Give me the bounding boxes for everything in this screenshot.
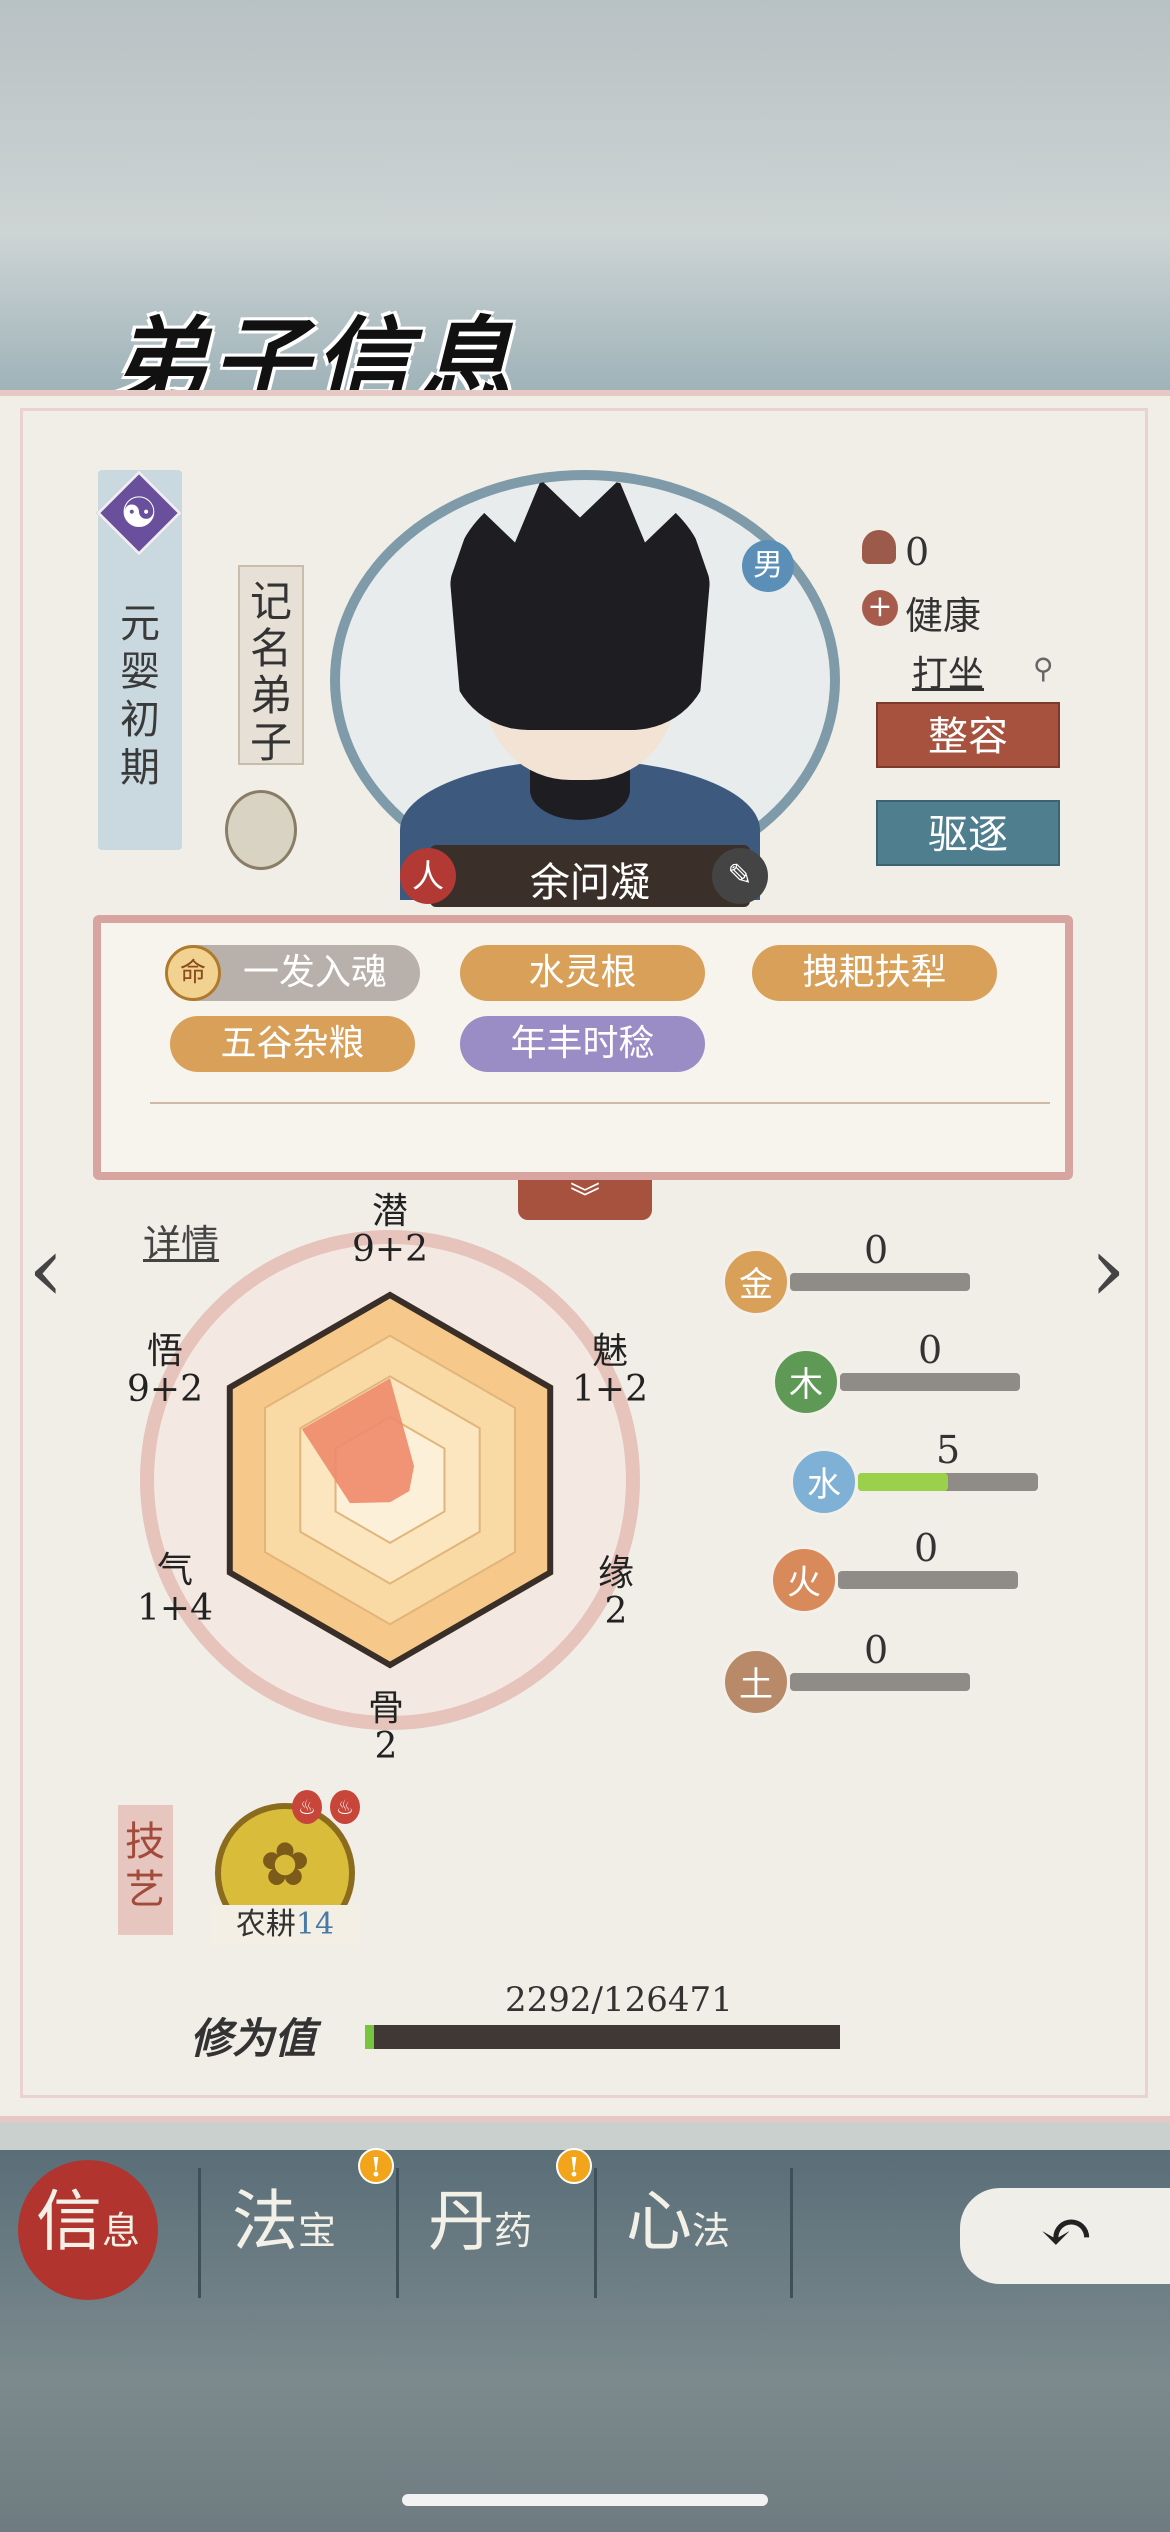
pill-alert-badge: !	[556, 2148, 592, 2184]
attr-value: 1+2	[572, 1369, 648, 1410]
element-icon: 土	[722, 1648, 790, 1716]
expel-button[interactable]: 驱逐	[876, 800, 1060, 866]
skill-level: 14	[295, 1907, 335, 1942]
tab-method-small: 法	[692, 2209, 731, 2253]
cultivation-label: 修为值	[190, 2014, 317, 2063]
tab-info-small: 息	[102, 2209, 141, 2253]
back-arrow-icon: ↶	[1040, 2196, 1094, 2270]
skill-name: 农耕	[235, 1907, 296, 1942]
attr-name: 气	[156, 1550, 193, 1591]
trait-tag[interactable]: 年丰时稔	[460, 1016, 705, 1072]
portrait-hair	[450, 480, 710, 730]
home-indicator[interactable]	[402, 2494, 768, 2506]
attr-value: 1+4	[137, 1588, 213, 1629]
attribute-radar	[226, 1291, 554, 1669]
tab-treasure-big: 法	[232, 2183, 298, 2260]
treasure-alert-badge: !	[358, 2148, 394, 2184]
element-bar-track	[790, 1673, 970, 1691]
tab-treasure[interactable]: 法宝	[232, 2168, 422, 2298]
attr-qian: 潜 9+2	[330, 1193, 450, 1269]
tab-pill-big: 丹	[428, 2183, 494, 2260]
tab-treasure-small: 宝	[298, 2209, 337, 2253]
traits-divider	[150, 1102, 1050, 1104]
tab-divider	[594, 2168, 597, 2298]
element-value: 0	[864, 1228, 889, 1272]
attr-name: 魅	[591, 1331, 628, 1372]
race-badge: 人	[400, 848, 456, 904]
tab-method-big: 心	[626, 2183, 692, 2260]
next-disciple-arrow-icon[interactable]: ›	[1090, 1220, 1150, 1320]
attr-name: 骨	[367, 1688, 404, 1729]
attr-mei: 魅 1+2	[550, 1333, 670, 1409]
health-icon: +	[862, 590, 898, 626]
fire-icon: ♨	[330, 1790, 360, 1824]
cultivation-bar-fill	[365, 2025, 374, 2049]
trait-tag[interactable]: 水灵根	[460, 945, 705, 1001]
attr-wu: 悟 9+2	[105, 1333, 225, 1409]
tab-pill-small: 药	[494, 2209, 533, 2253]
attr-name: 缘	[597, 1553, 634, 1594]
skill-tab-label: 技艺	[125, 1819, 165, 1913]
attr-value: 2	[374, 1726, 398, 1767]
face-change-button[interactable]: 整容	[876, 702, 1060, 768]
tab-method[interactable]: 心法	[626, 2168, 816, 2298]
element-bar-track	[790, 1273, 970, 1291]
prev-disciple-arrow-icon[interactable]: ‹	[28, 1220, 88, 1320]
trait-tag[interactable]: 拽耙扶犁	[752, 945, 997, 1001]
element-icon: 水	[790, 1448, 858, 1516]
cultivation-value: 2292/126471	[505, 1980, 733, 2020]
attr-name: 潜	[371, 1191, 408, 1232]
mushroom-icon	[862, 530, 896, 564]
trait-tag[interactable]: 五谷杂粮	[170, 1016, 415, 1072]
realm-swirl-icon: ☯	[120, 488, 158, 537]
rename-brush-icon[interactable]: ✎	[712, 848, 768, 904]
element-icon: 木	[772, 1348, 840, 1416]
attr-qi: 气 1+4	[115, 1552, 235, 1628]
cultivation-bar-track	[365, 2025, 840, 2049]
attr-value: 9+2	[352, 1229, 428, 1270]
attr-yuan: 缘2	[556, 1555, 676, 1631]
tab-divider	[396, 2168, 399, 2298]
attr-gu: 骨2	[326, 1690, 446, 1766]
location-pin-icon[interactable]: ⚲	[1033, 652, 1055, 685]
tab-divider	[790, 2168, 793, 2298]
element-icon: 火	[770, 1546, 838, 1614]
element-value: 0	[914, 1526, 939, 1570]
element-bar-fill	[858, 1473, 948, 1491]
element-icon: 金	[722, 1248, 790, 1316]
wheat-icon: ✿	[259, 1830, 311, 1900]
element-bar-track	[838, 1571, 1018, 1589]
element-value: 0	[918, 1328, 943, 1372]
mushroom-count: 0	[905, 530, 930, 574]
fire-icon: ♨	[292, 1790, 322, 1824]
pet-avatar-icon[interactable]	[225, 790, 297, 870]
rank-text: 记名弟子	[249, 577, 292, 767]
element-bar-track	[840, 1373, 1020, 1391]
trait-label: 一发入魂	[242, 952, 387, 993]
tab-divider	[198, 2168, 201, 2298]
activity-link[interactable]: 打坐	[912, 645, 984, 697]
element-value: 5	[936, 1428, 961, 1472]
tab-info-big: 信	[36, 2183, 102, 2260]
attr-value: 9+2	[127, 1369, 203, 1410]
gender-badge: 男	[742, 540, 794, 592]
expand-chevron-icon[interactable]: ︾	[518, 1180, 652, 1220]
attr-value: 2	[604, 1591, 628, 1632]
tab-pill[interactable]: 丹药	[428, 2168, 618, 2298]
realm-text: 元婴初期	[120, 601, 160, 791]
skill-label: 农耕14	[210, 1905, 360, 1945]
disciple-name[interactable]: 余问凝	[430, 850, 750, 908]
health-status: 健康	[905, 594, 982, 638]
element-value: 0	[864, 1628, 889, 1672]
attr-name: 悟	[146, 1331, 183, 1372]
fate-icon: 命	[165, 945, 221, 1001]
